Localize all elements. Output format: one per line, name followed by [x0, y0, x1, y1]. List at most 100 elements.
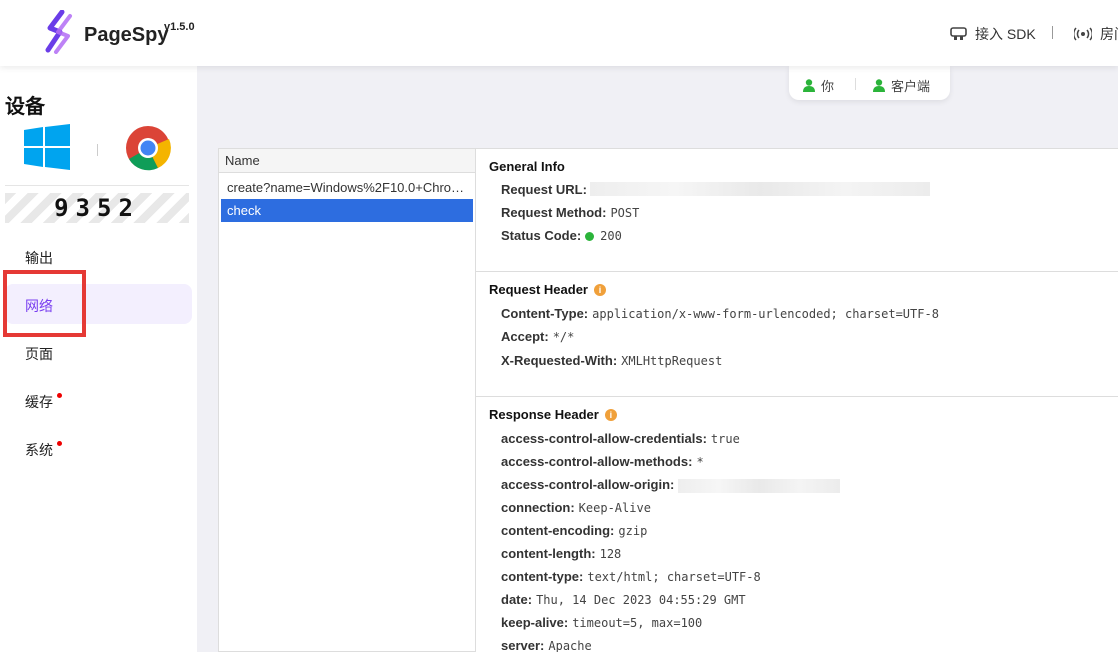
header-row: content-type: text/html; charset=UTF-8 — [501, 569, 761, 584]
request-method-value: POST — [610, 206, 640, 220]
connected-clients: 你 客户端 — [789, 66, 950, 100]
header-value: 128 — [599, 547, 622, 561]
status-code-value: 200 — [600, 229, 622, 243]
chrome-icon — [126, 126, 171, 171]
header-value: XMLHttpRequest — [621, 354, 723, 368]
header-key: content-type: — [501, 569, 584, 584]
header-row: access-control-allow-origin: — [501, 477, 678, 492]
request-method-row: Request Method: POST — [501, 205, 639, 220]
nav-room-label: 房间 — [1100, 26, 1118, 42]
header-row: Accept: */* — [501, 329, 574, 344]
response-header-section: Response Header i access-control-allow-c… — [476, 397, 1118, 652]
redacted-url — [590, 182, 930, 196]
notification-dot — [57, 441, 62, 446]
pill-divider — [855, 78, 856, 90]
header-key: access-control-allow-methods: — [501, 454, 693, 469]
section-title: Request Header — [489, 282, 588, 297]
sidebar-divider — [5, 185, 189, 186]
header-row: date: Thu, 14 Dec 2023 04:55:29 GMT — [501, 592, 746, 607]
header-value: gzip — [618, 524, 648, 538]
section-title: General Info — [489, 159, 565, 174]
request-method-label: Request Method: — [501, 205, 607, 220]
header-row: server: Apache — [501, 638, 592, 652]
highlight-annotation-box — [3, 270, 86, 337]
client-device: 客户端 — [873, 76, 930, 95]
header-value: Thu, 14 Dec 2023 04:55:29 GMT — [536, 593, 746, 607]
header-row: content-encoding: gzip — [501, 523, 647, 538]
nav-sdk-link[interactable]: 接入 SDK — [950, 24, 1036, 44]
sidebar-item-label: 缓存 — [25, 394, 53, 410]
device-code: 9352 — [5, 193, 189, 223]
sidebar-item-label: 系统 — [25, 442, 53, 458]
header-value: true — [710, 432, 740, 446]
header-value: text/html; charset=UTF-8 — [587, 570, 761, 584]
sidebar-item-console[interactable]: 输出 — [25, 248, 53, 268]
header-value: timeout=5, max=100 — [572, 616, 703, 630]
client-you-label: 你 — [821, 79, 835, 94]
request-url-label: Request URL: — [501, 182, 587, 197]
plug-icon — [950, 27, 967, 40]
pagespy-logo-icon[interactable] — [44, 10, 76, 54]
section-title-row: Response Header i — [489, 407, 617, 422]
client-device-label: 客户端 — [891, 79, 931, 94]
request-detail-panel: General Info Request URL: Request Method… — [476, 148, 1118, 652]
nav-room-link[interactable]: 房间 — [1074, 24, 1118, 44]
section-title-row: Request Header i — [489, 282, 606, 297]
user-icon — [873, 79, 885, 92]
sidebar-item-page[interactable]: 页面 — [25, 344, 53, 364]
version-label: v1.5.0 — [164, 21, 195, 33]
header-key: date: — [501, 592, 533, 607]
request-list: Name create?name=Windows%2F10.0+Chrome%2… — [218, 148, 476, 652]
broadcast-icon — [1074, 27, 1092, 41]
info-icon[interactable]: i — [593, 283, 606, 296]
request-url-row: Request URL: — [501, 182, 587, 197]
header-key: content-length: — [501, 546, 596, 561]
redacted-origin — [678, 479, 840, 493]
header-key: Content-Type: — [501, 306, 589, 321]
header-key: Accept: — [501, 329, 549, 344]
status-code-row: Status Code: 200 — [501, 228, 622, 243]
header-value: application/x-www-form-urlencoded; chars… — [592, 307, 939, 321]
icon-divider — [97, 144, 98, 156]
request-row-selected[interactable]: check — [221, 199, 473, 222]
header-row: access-control-allow-methods: * — [501, 454, 704, 469]
column-header-name[interactable]: Name — [219, 149, 475, 173]
header-row: access-control-allow-credentials: true — [501, 431, 740, 446]
device-title: 设备 — [5, 96, 45, 118]
notification-dot — [57, 393, 62, 398]
header-row: X-Requested-With: XMLHttpRequest — [501, 353, 722, 368]
status-code-label: Status Code: — [501, 228, 582, 243]
user-icon — [803, 79, 815, 92]
header-value: */* — [552, 330, 575, 344]
windows-icon — [24, 124, 70, 170]
header-row: connection: Keep-Alive — [501, 500, 651, 515]
header-value: Apache — [548, 639, 592, 652]
header-key: X-Requested-With: — [501, 353, 618, 368]
request-row[interactable]: create?name=Windows%2F10.0+Chrome%2F120.… — [221, 176, 473, 199]
header-row: Content-Type: application/x-www-form-urle… — [501, 306, 939, 321]
sidebar-item-label: 输出 — [25, 250, 53, 266]
header-key: content-encoding: — [501, 523, 615, 538]
header-key: keep-alive: — [501, 615, 569, 630]
sidebar-item-storage[interactable]: 缓存 — [25, 392, 62, 412]
sidebar-item-label: 页面 — [25, 346, 53, 362]
section-title: Response Header — [489, 407, 599, 422]
header-key: server: — [501, 638, 545, 652]
header-key: access-control-allow-origin: — [501, 477, 675, 492]
info-icon[interactable]: i — [604, 408, 617, 421]
header-key: connection: — [501, 500, 575, 515]
header-value: * — [696, 455, 704, 469]
status-ok-indicator — [585, 232, 595, 242]
request-header-section: Request Header i Content-Type: applicatio… — [476, 272, 1118, 397]
sidebar-item-system[interactable]: 系统 — [25, 440, 62, 460]
header-row: keep-alive: timeout=5, max=100 — [501, 615, 702, 630]
sidebar: 设备 9352 输出 网络 页面 缓存 系统 — [0, 66, 197, 652]
header-row: content-length: 128 — [501, 546, 621, 561]
header-value: Keep-Alive — [578, 501, 651, 515]
top-header: PageSpy v1.5.0 接入 SDK 房间 — [0, 0, 1118, 66]
header-key: access-control-allow-credentials: — [501, 431, 707, 446]
nav-sdk-label: 接入 SDK — [975, 26, 1036, 42]
general-info-section: General Info Request URL: Request Method… — [476, 149, 1118, 272]
nav-divider — [1052, 26, 1053, 39]
brand-name[interactable]: PageSpy — [84, 24, 168, 47]
